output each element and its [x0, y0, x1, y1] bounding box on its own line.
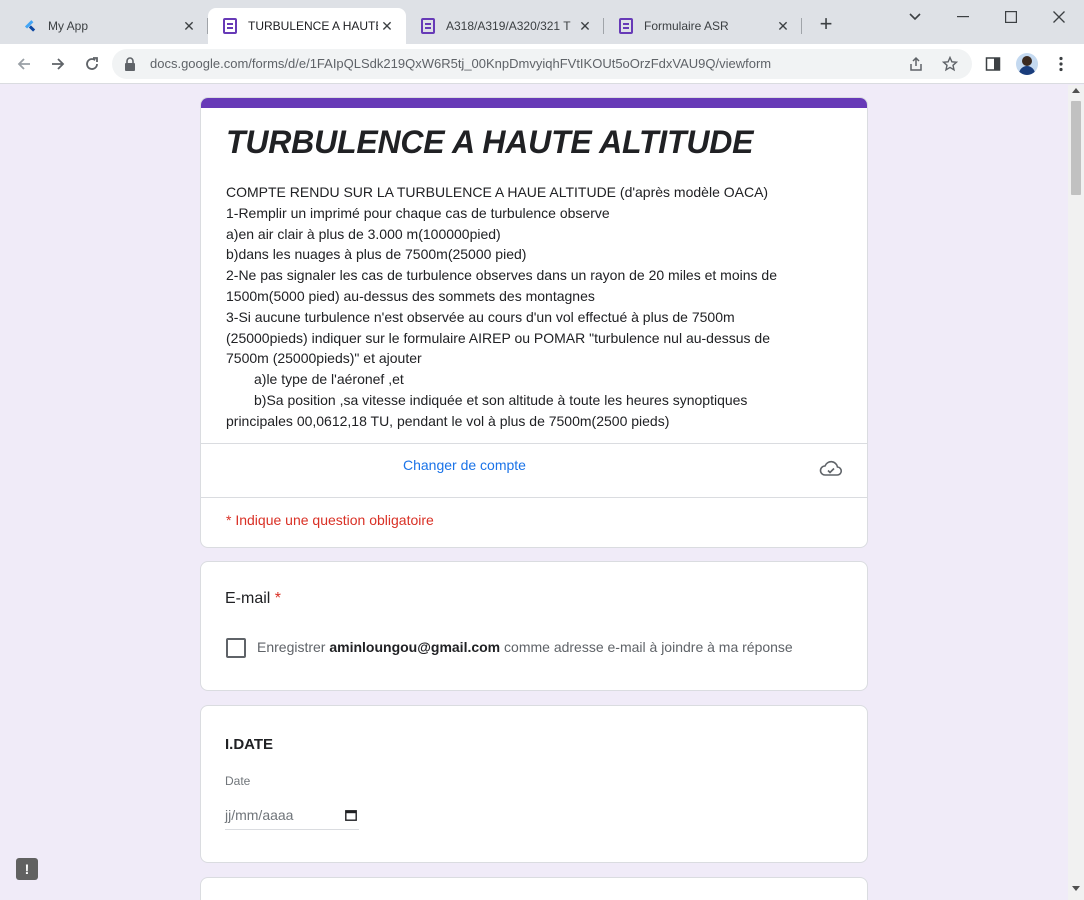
tab-title: A318/A319/A320/321 T: [446, 19, 571, 33]
tab-asr-form[interactable]: Formulaire ASR ✕: [604, 8, 802, 44]
checkbox-prefix: Enregistrer: [257, 639, 326, 655]
tab-title: My App: [48, 19, 89, 33]
description-line: principales 00,0612,18 TU, pendant le vo…: [226, 412, 670, 429]
page-scrollbar[interactable]: [1068, 85, 1084, 900]
close-icon[interactable]: ✕: [378, 17, 396, 35]
google-forms-icon: [420, 18, 436, 34]
back-button[interactable]: [12, 52, 36, 76]
tab-turbulence-form[interactable]: TURBULENCE A HAUTE ✕: [208, 8, 406, 44]
description-line: a)le type de l'aéronef ,et: [254, 371, 404, 388]
cloud-save-icon: [819, 459, 843, 479]
description-line: b)dans les nuages à plus de 7500m(25000 …: [226, 246, 527, 263]
date-question-card: I.DATE Date jj/mm/aaaa: [200, 705, 868, 863]
close-icon[interactable]: ✕: [576, 17, 594, 35]
form-header-card: TURBULENCE A HAUTE ALTITUDE COMPTE RENDU…: [200, 97, 868, 548]
close-icon[interactable]: ✕: [180, 17, 198, 35]
profile-avatar[interactable]: [1016, 53, 1038, 75]
email-question-card: E-mail * Enregistrer aminloungou@gmail.c…: [200, 561, 868, 691]
calendar-icon[interactable]: [345, 808, 357, 821]
side-panel-icon[interactable]: [982, 53, 1004, 75]
date-field-label: Date: [225, 774, 251, 788]
scroll-down-arrow-icon[interactable]: [1068, 886, 1084, 898]
lock-icon: [124, 57, 136, 71]
accent-band: [201, 98, 867, 108]
form-description: COMPTE RENDU SUR LA TURBULENCE A HAUE AL…: [226, 182, 836, 432]
description-line: (25000pieds) indiquer sur le formulaire …: [226, 329, 771, 346]
forward-button[interactable]: [46, 52, 70, 76]
close-icon[interactable]: ✕: [774, 17, 792, 35]
date-input[interactable]: jj/mm/aaaa: [225, 802, 359, 830]
question-title: E-mail *: [225, 590, 281, 608]
record-email-label[interactable]: Enregistrer aminloungou@gmail.com comme …: [257, 639, 793, 655]
form-page: TURBULENCE A HAUTE ALTITUDE COMPTE RENDU…: [0, 85, 1068, 900]
divider: [201, 497, 867, 498]
maximize-button[interactable]: [988, 4, 1034, 30]
url-text: docs.google.com/forms/d/e/1FAIpQLSdk219Q…: [150, 56, 772, 71]
tab-title: TURBULENCE A HAUTE: [248, 19, 378, 33]
required-question-note: * Indique une question obligatoire: [226, 512, 434, 528]
star-icon[interactable]: [940, 54, 960, 74]
divider: [201, 443, 867, 444]
checkbox-suffix: comme adresse e-mail à joindre à ma répo…: [504, 639, 793, 655]
more-options-icon[interactable]: [1050, 53, 1072, 75]
google-forms-icon: [618, 18, 634, 34]
description-line: b)Sa position ,sa vitesse indiquée et so…: [254, 391, 748, 408]
description-line: 3-Si aucune turbulence n'est observée au…: [226, 308, 735, 325]
tab-search-chevron-icon[interactable]: [904, 6, 926, 28]
minimize-button[interactable]: [940, 4, 986, 30]
form-title: TURBULENCE A HAUTE ALTITUDE: [226, 124, 754, 160]
tab-a318-form[interactable]: A318/A319/A320/321 T ✕: [406, 8, 604, 44]
required-star: *: [274, 590, 282, 607]
description-line: COMPTE RENDU SUR LA TURBULENCE A HAUE AL…: [226, 184, 769, 200]
browser-toolbar: docs.google.com/forms/d/e/1FAIpQLSdk219Q…: [0, 44, 1084, 84]
description-line: a)en air clair à plus de 3.000 m(100000p…: [226, 225, 501, 242]
scroll-up-arrow-icon[interactable]: [1068, 87, 1084, 99]
tab-title: Formulaire ASR: [644, 19, 729, 33]
question-title: I.DATE: [225, 736, 274, 753]
reload-button[interactable]: [80, 52, 104, 76]
share-icon[interactable]: [906, 54, 926, 74]
new-tab-button[interactable]: +: [814, 11, 838, 36]
record-email-checkbox[interactable]: [226, 638, 246, 658]
email-question-label: E-mail: [225, 590, 271, 607]
scroll-thumb[interactable]: [1071, 101, 1081, 195]
date-placeholder: jj/mm/aaaa: [225, 807, 294, 823]
window-close-button[interactable]: [1036, 4, 1082, 30]
flutter-icon: [22, 18, 38, 34]
description-line: 2-Ne pas signaler les cas de turbulence …: [226, 267, 777, 284]
next-question-card: [200, 877, 868, 900]
google-forms-icon: [222, 18, 238, 34]
switch-account-link[interactable]: Changer de compte: [403, 457, 526, 473]
report-feedback-button[interactable]: !: [16, 858, 38, 880]
description-line: 1500m(5000 pied) au-dessus des sommets d…: [226, 287, 595, 304]
description-line: 1-Remplir un imprimé pour chaque cas de …: [226, 204, 610, 221]
browser-tab-strip: My App ✕ TURBULENCE A HAUTE ✕ A318/A319/…: [0, 0, 1084, 44]
tab-my-app[interactable]: My App ✕: [8, 8, 208, 44]
user-email: aminloungou@gmail.com: [329, 639, 501, 655]
description-line: 7500m (25000pieds)" et ajouter: [226, 350, 422, 367]
address-bar[interactable]: docs.google.com/forms/d/e/1FAIpQLSdk219Q…: [112, 49, 972, 79]
